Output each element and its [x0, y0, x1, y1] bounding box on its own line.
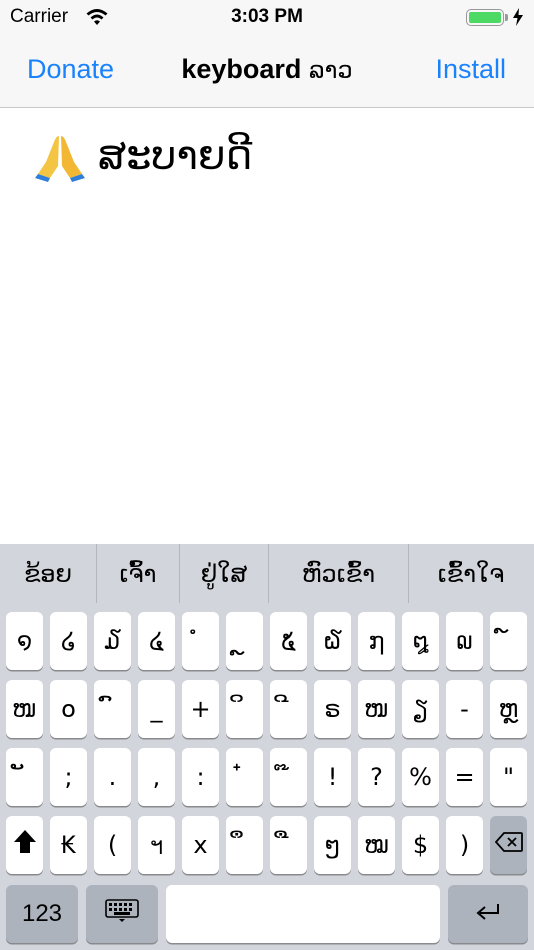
key[interactable]: ື [270, 816, 307, 874]
key[interactable]: ຼ [226, 612, 263, 670]
key[interactable]: ໋ [226, 748, 263, 806]
key[interactable]: ໖ [314, 612, 351, 670]
key[interactable]: % [402, 748, 439, 806]
key[interactable]: ໊ [270, 748, 307, 806]
suggestion-item[interactable]: ຫົວເຂົ້າ [269, 544, 408, 603]
key[interactable]: . [94, 748, 131, 806]
key[interactable]: ໌ [490, 612, 527, 670]
key[interactable]: ຣ [314, 680, 351, 738]
install-button[interactable]: Install [435, 54, 506, 85]
numbers-key[interactable]: 123 [6, 885, 78, 943]
suggestion-item[interactable]: ເຈົ້າ [97, 544, 179, 603]
charging-bolt-icon [512, 8, 524, 30]
navigation-bar: Donate keyboard ລາວ Install [0, 36, 534, 108]
text-editor[interactable]: ສະບາຍດີ [0, 108, 534, 544]
key[interactable]: ໑ [6, 612, 43, 670]
key[interactable]: ຽ [402, 680, 439, 738]
suggestion-bar: ຂ້ອຍ ເຈົ້າ ຢູ່ໃສ ຫົວເຂົ້າ ເຂົ້າໃຈ [0, 544, 534, 603]
key[interactable]: - [446, 680, 483, 738]
key[interactable]: , [138, 748, 175, 806]
key[interactable]: ! [314, 748, 351, 806]
key[interactable]: ຫຼ [490, 680, 527, 738]
key[interactable]: ໕ [270, 612, 307, 670]
backspace-icon [494, 831, 523, 859]
key[interactable]: ) [446, 816, 483, 874]
key[interactable]: ົ [94, 680, 131, 738]
battery-cap [505, 14, 508, 21]
title-text: keyboard [181, 54, 302, 84]
editor-content: ສະບາຍດີ [34, 130, 252, 182]
return-arrow-icon [475, 900, 501, 928]
key[interactable]: ໔ [138, 612, 175, 670]
key[interactable]: : [182, 748, 219, 806]
delete-key[interactable] [490, 816, 527, 874]
key[interactable]: = [446, 748, 483, 806]
suggestion-item[interactable]: ເຂົ້າໃຈ [409, 544, 533, 603]
keyboard-switch-icon [105, 899, 139, 929]
key[interactable]: ີ [270, 680, 307, 738]
key[interactable]: ໍ [182, 612, 219, 670]
key[interactable]: ( [94, 816, 131, 874]
key[interactable]: ; [50, 748, 87, 806]
title-lao-text: ລາວ [308, 56, 353, 84]
keyboard-switch-key[interactable] [86, 885, 158, 943]
key[interactable]: ໐ [50, 680, 87, 738]
key[interactable]: ໆ [314, 816, 351, 874]
key[interactable]: ฯ [138, 816, 175, 874]
key[interactable]: ໝ [358, 816, 395, 874]
battery-icon [466, 9, 504, 26]
key[interactable]: ₭ [50, 816, 87, 874]
key[interactable]: ໜ [358, 680, 395, 738]
key[interactable]: x [182, 816, 219, 874]
key[interactable]: ໙ [446, 612, 483, 670]
key[interactable]: ໗ [358, 612, 395, 670]
key[interactable]: ຶ [226, 816, 263, 874]
key[interactable]: ໜ [6, 680, 43, 738]
key[interactable]: ິ [226, 680, 263, 738]
key[interactable]: ? [358, 748, 395, 806]
shift-key[interactable] [6, 816, 43, 874]
status-bar: Carrier 3:03 PM [0, 0, 534, 36]
editor-text: ສະບາຍດີ [98, 133, 253, 179]
key[interactable]: " [490, 748, 527, 806]
key[interactable]: + [182, 680, 219, 738]
key[interactable]: ໒ [50, 612, 87, 670]
suggestion-item[interactable]: ຂ້ອຍ [0, 544, 96, 603]
key[interactable]: ໓ [94, 612, 131, 670]
key[interactable]: ໘ [402, 612, 439, 670]
shift-arrow-icon [13, 829, 37, 861]
space-key[interactable] [166, 885, 440, 943]
suggestion-item[interactable]: ຢູ່ໃສ [180, 544, 268, 603]
folded-hands-icon [34, 130, 86, 182]
key[interactable]: ັ [6, 748, 43, 806]
key[interactable]: _ [138, 680, 175, 738]
return-key[interactable] [448, 885, 528, 943]
clock: 3:03 PM [231, 6, 303, 27]
key[interactable]: $ [402, 816, 439, 874]
keyboard: ໑ ໒ ໓ ໔ ໍ ຼ ໕ ໖ ໗ ໘ ໙ ໌ ໜ ໐ ົ _ + ິ ີ ຣ … [0, 603, 534, 950]
